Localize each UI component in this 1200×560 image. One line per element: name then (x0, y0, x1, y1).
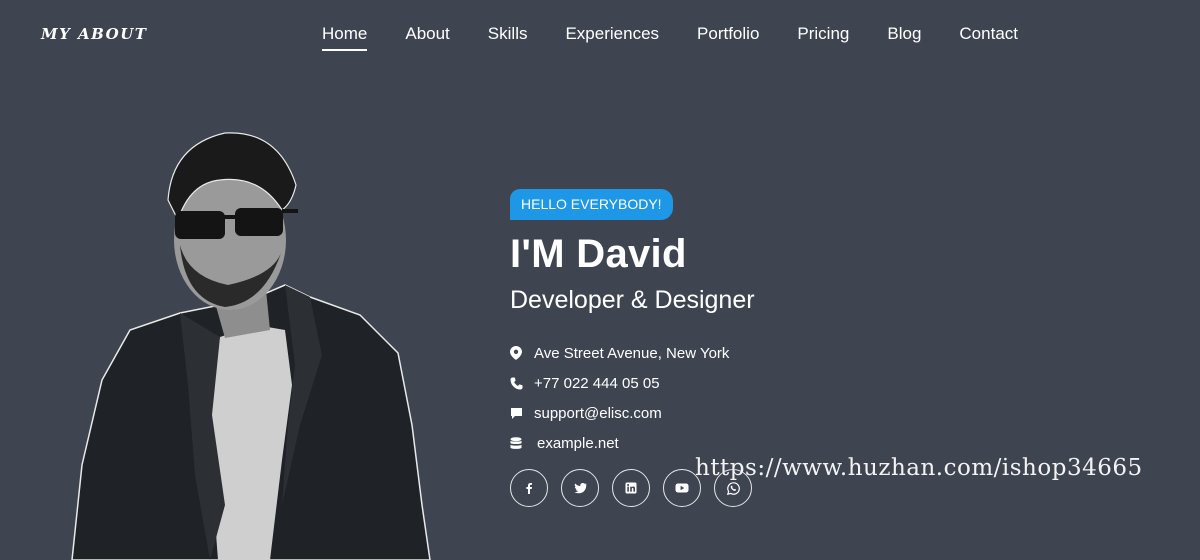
nav-item-skills[interactable]: Skills (488, 24, 528, 50)
main-nav: Home About Skills Experiences Portfolio … (322, 24, 1056, 51)
greeting-badge: HELLO EVERYBODY! (510, 189, 673, 220)
site-logo[interactable]: MY ABOUT (41, 25, 147, 43)
nav-item-pricing[interactable]: Pricing (797, 24, 849, 50)
contact-list: Ave Street Avenue, New York +77 022 444 … (510, 338, 729, 458)
linkedin-icon (625, 482, 637, 494)
linkedin-button[interactable] (612, 469, 650, 507)
contact-address: Ave Street Avenue, New York (510, 338, 729, 368)
contact-website-text: example.net (537, 434, 619, 452)
youtube-icon (675, 483, 689, 493)
contact-email-text: support@elisc.com (534, 404, 662, 422)
facebook-button[interactable] (510, 469, 548, 507)
map-marker-icon (510, 345, 526, 361)
facebook-icon (526, 483, 532, 494)
nav-item-home[interactable]: Home (322, 24, 368, 51)
hero-role: Developer & Designer (510, 286, 755, 314)
twitter-button[interactable] (561, 469, 599, 507)
phone-icon (510, 375, 526, 391)
whatsapp-icon (726, 481, 740, 495)
contact-address-text: Ave Street Avenue, New York (534, 344, 730, 362)
profile-portrait (71, 132, 431, 560)
twitter-icon (574, 482, 586, 494)
nav-item-experiences[interactable]: Experiences (565, 24, 659, 50)
hero-name: I'M David (510, 232, 687, 276)
nav-item-portfolio[interactable]: Portfolio (697, 24, 759, 50)
contact-website: example.net (510, 428, 729, 458)
page: MY ABOUT Home About Skills Experiences P… (0, 0, 1200, 560)
chat-icon (510, 405, 526, 421)
nav-item-contact[interactable]: Contact (959, 24, 1018, 50)
contact-phone: +77 022 444 05 05 (510, 368, 729, 398)
contact-email: support@elisc.com (510, 398, 729, 428)
database-icon (510, 435, 526, 451)
watermark-url: https://www.huzhan.com/ishop34665 (695, 455, 1143, 481)
nav-item-blog[interactable]: Blog (887, 24, 921, 50)
contact-phone-text: +77 022 444 05 05 (534, 374, 660, 392)
nav-item-about[interactable]: About (405, 24, 449, 50)
